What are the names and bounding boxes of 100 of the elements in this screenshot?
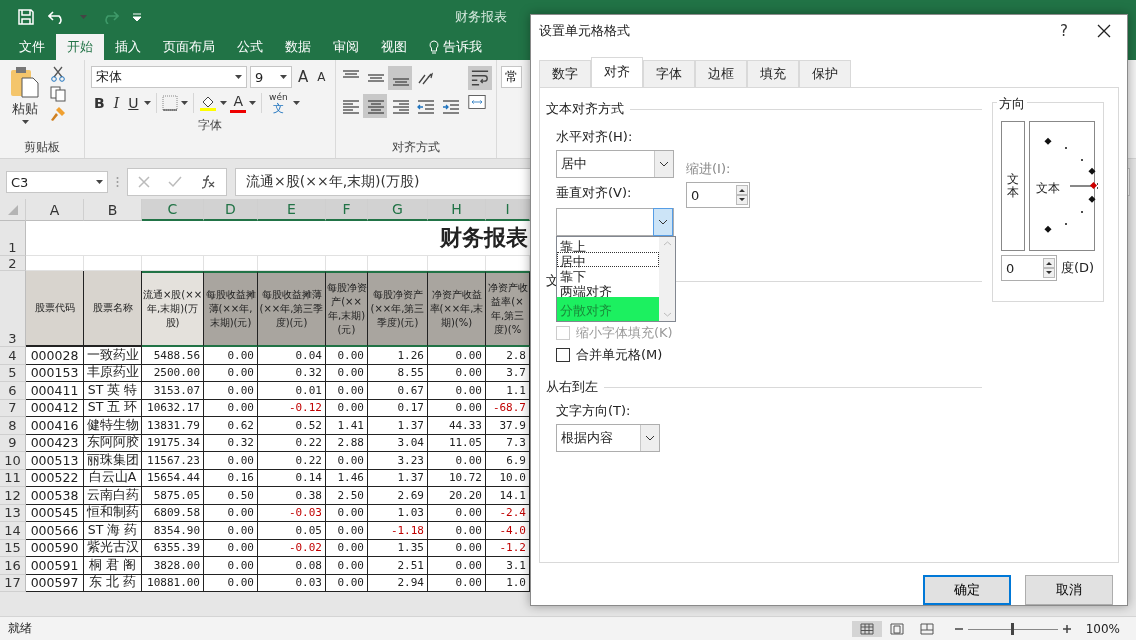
page-break-icon (919, 622, 934, 635)
row-header[interactable]: 2 (0, 256, 26, 271)
align-bottom-icon (391, 77, 409, 87)
row-header[interactable]: 12 (0, 487, 26, 505)
indent-field[interactable]: 0 (686, 182, 750, 208)
function-icon[interactable] (200, 175, 216, 189)
dialog-tab[interactable]: 保护 (799, 60, 851, 87)
zoom-level[interactable]: 100% (1085, 621, 1120, 636)
paste-button[interactable]: 粘贴 (6, 66, 44, 139)
text-direction-dropdown[interactable]: 根据内容 (556, 424, 660, 452)
save-icon[interactable] (18, 9, 34, 25)
group-label: 剪贴板 (23, 139, 61, 156)
row-header[interactable]: 8 (0, 417, 26, 435)
column-heading-cell: 流通×股(××年,末期)(万股) (142, 271, 204, 347)
table-cell: 10632.17 (142, 399, 204, 417)
degrees-field[interactable]: 0 (1001, 255, 1057, 281)
ribbon-tab[interactable]: 公式 (226, 34, 274, 60)
table-cell: 1.37 (368, 417, 428, 435)
ribbon-tab[interactable]: 开始 (56, 34, 104, 60)
borders-icon[interactable] (162, 94, 179, 111)
ribbon-tab[interactable]: 文件 (8, 34, 56, 60)
zoom-thumb[interactable] (1010, 622, 1014, 635)
column-header[interactable]: E (258, 199, 326, 221)
merge-cells-icon[interactable] (468, 94, 486, 110)
row-header[interactable]: 14 (0, 522, 26, 540)
dropdown-option[interactable]: 两端对齐 (557, 282, 659, 297)
column-header[interactable]: D (204, 199, 258, 221)
wrap-text-button[interactable] (468, 66, 492, 90)
table-cell: 0.00 (326, 364, 368, 382)
table-cell: 3153.07 (142, 382, 204, 400)
vertical-align-dropdown[interactable] (556, 208, 674, 236)
column-header[interactable]: H (428, 199, 486, 221)
spin-arrows-icon[interactable] (736, 185, 748, 205)
ribbon-tab[interactable]: 数据 (274, 34, 322, 60)
ribbon-tab[interactable]: 视图 (370, 34, 418, 60)
lightbulb-icon (429, 39, 439, 55)
customize-toolbar-icon[interactable] (133, 13, 141, 21)
dialog-tab[interactable]: 边框 (695, 60, 747, 87)
column-header[interactable]: A (26, 199, 84, 221)
row-header[interactable]: 4 (0, 347, 26, 365)
row-header[interactable]: 6 (0, 382, 26, 400)
column-heading-cell: 净资产收益率(×年,第三度)(% (486, 271, 530, 347)
dialog-button[interactable]: 确定 (923, 575, 1011, 605)
dialog-tab[interactable]: 对齐 (591, 57, 643, 87)
checkmark-icon[interactable] (168, 176, 182, 188)
row-header[interactable]: 3 (0, 271, 26, 347)
checkbox[interactable]: 合并单元格(M) (556, 346, 982, 364)
column-header[interactable]: F (326, 199, 368, 221)
table-cell: 20.20 (428, 487, 486, 505)
dialog-button[interactable]: 取消 (1025, 575, 1113, 605)
row-header[interactable]: 10 (0, 452, 26, 470)
italic-button[interactable]: I (110, 92, 123, 113)
dropdown-option[interactable]: 靠上 (557, 237, 659, 252)
chevron-down-icon (659, 161, 669, 167)
vertical-text-option[interactable]: 文本 (1001, 121, 1025, 251)
align-center-button[interactable] (363, 94, 387, 118)
column-header[interactable]: B (84, 199, 142, 221)
table-cell: 0.00 (326, 399, 368, 417)
table-cell: 丽珠集团 (84, 452, 142, 470)
view-button[interactable] (851, 620, 882, 637)
name-box[interactable]: C3 (6, 171, 108, 193)
table-cell: 0.00 (428, 557, 486, 575)
table-cell: 5488.56 (142, 347, 204, 365)
increase-font-button[interactable]: A (295, 66, 312, 88)
ribbon-tab[interactable]: 页面布局 (152, 34, 226, 60)
bold-button[interactable]: B (91, 92, 108, 113)
phonetic-button[interactable]: wén 文 (267, 92, 290, 113)
column-header[interactable]: I (486, 199, 530, 221)
column-header[interactable]: G (368, 199, 428, 221)
font-color-button[interactable]: A (230, 92, 247, 113)
row-header[interactable]: 1 (0, 221, 26, 256)
table-cell: 0.04 (258, 347, 326, 365)
copy-icon[interactable] (50, 86, 68, 102)
dropdown-option[interactable]: 靠下 (557, 267, 659, 282)
font-size-field[interactable]: 9 (250, 66, 292, 88)
row-header[interactable]: 16 (0, 557, 26, 575)
table-cell: 13831.79 (142, 417, 204, 435)
dialog-tab[interactable]: 填充 (747, 60, 799, 87)
spin-arrows-icon[interactable] (1043, 258, 1055, 278)
table-cell: 11567.23 (142, 452, 204, 470)
scissors-icon[interactable] (50, 66, 66, 82)
dialog-tab[interactable]: 数字 (539, 60, 591, 87)
font-name-field[interactable]: 宋体 (91, 66, 247, 88)
paintbrush-icon[interactable] (50, 106, 66, 122)
close-icon[interactable] (1097, 24, 1111, 38)
number-format-field[interactable]: 常 (501, 66, 522, 88)
ribbon-tab[interactable]: 告诉我 (418, 34, 493, 60)
ribbon-tab[interactable]: 插入 (104, 34, 152, 60)
column-heading-cell: 股票名称 (84, 271, 142, 347)
column-header[interactable]: C (142, 199, 204, 221)
ribbon-tab[interactable]: 审阅 (322, 34, 370, 60)
dialog-tab[interactable]: 字体 (643, 60, 695, 87)
table-cell: 0.00 (326, 504, 368, 522)
zoom-in-icon[interactable] (1061, 623, 1072, 634)
underline-button[interactable]: U (125, 92, 142, 113)
help-button[interactable]: ? (1057, 20, 1071, 42)
decrease-font-button[interactable]: A (314, 68, 329, 86)
horizontal-align-dropdown[interactable]: 居中 (556, 150, 674, 178)
table-cell: 一致药业 (84, 347, 142, 365)
table-cell: 0.17 (368, 399, 428, 417)
